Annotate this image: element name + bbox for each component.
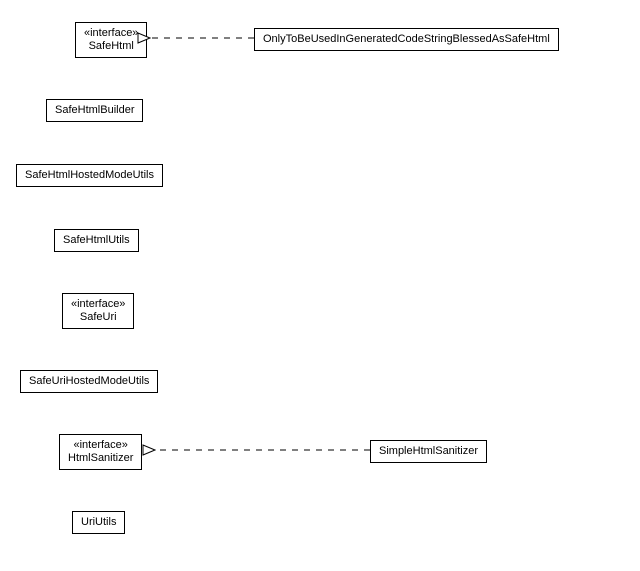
diagram-connectors [0,0,640,571]
